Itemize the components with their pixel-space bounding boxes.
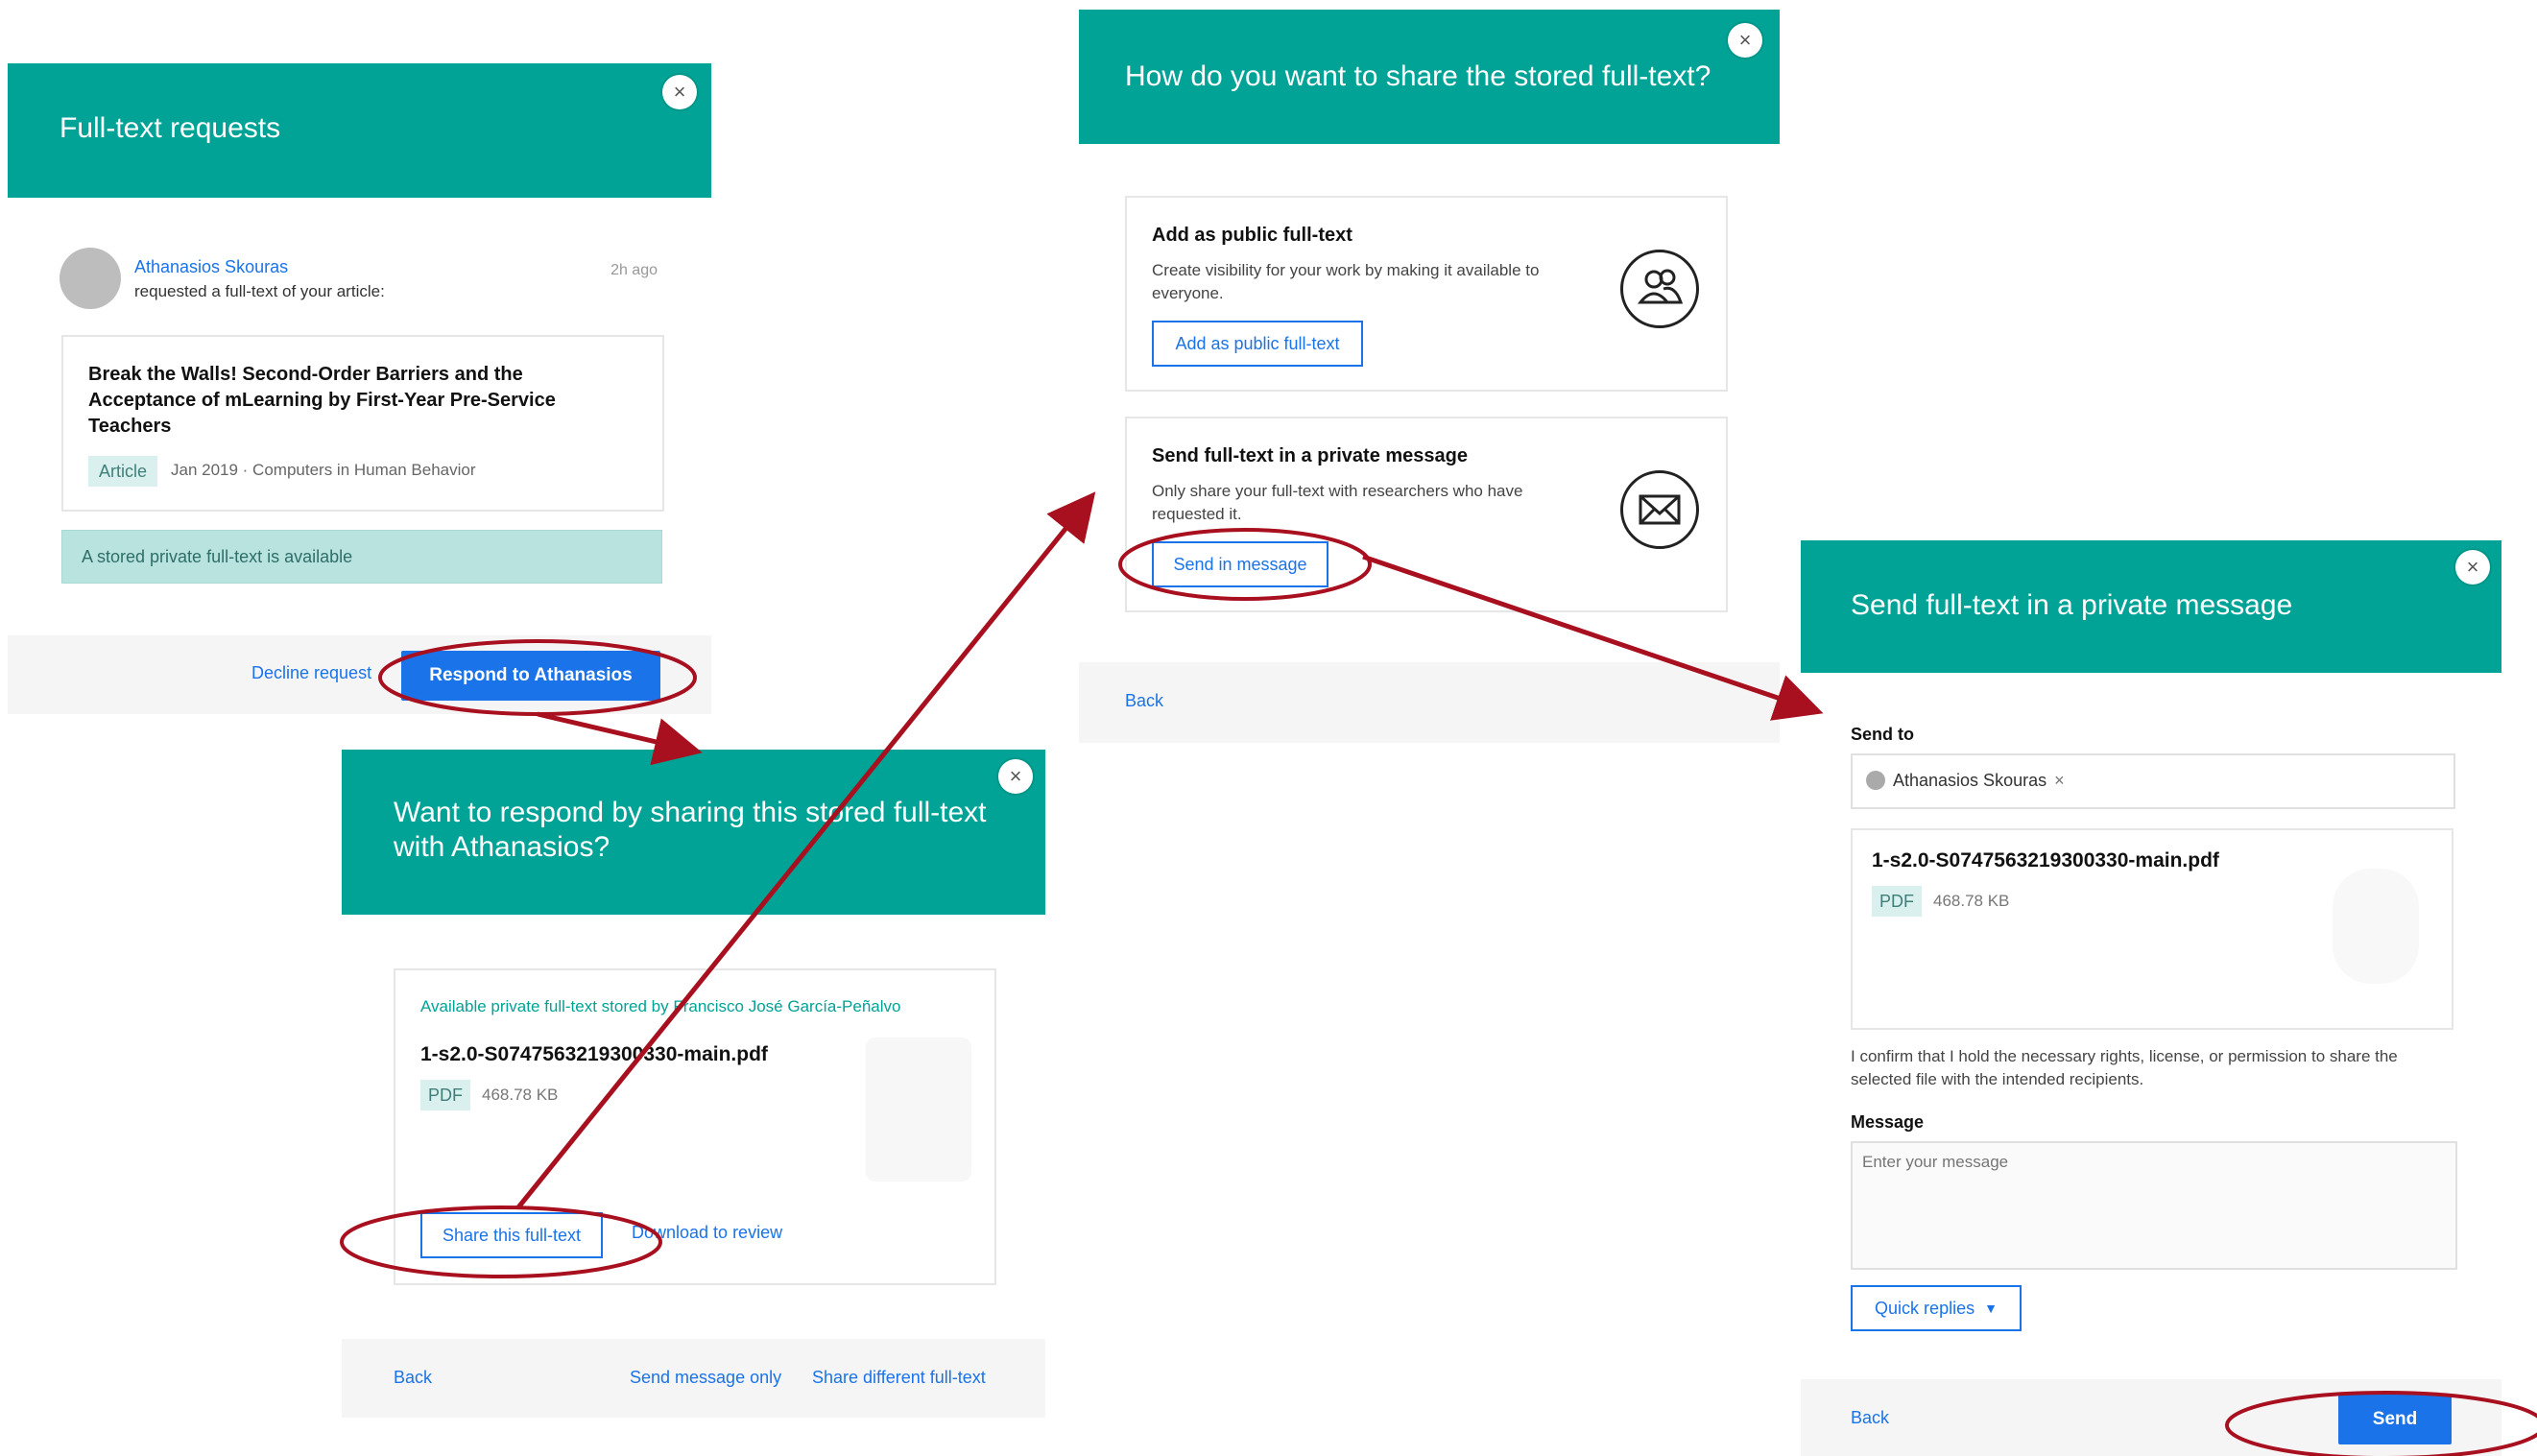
public-option-desc: Create visibility for your work by makin…	[1152, 261, 1540, 302]
people-icon	[1620, 250, 1699, 328]
chevron-down-icon: ▼	[1984, 1301, 1998, 1316]
avatar	[60, 248, 121, 309]
attached-file-card: 1-s2.0-S0747563219300330-main.pdf PDF 46…	[1851, 828, 2453, 1030]
share-stored-fulltext-dialog: Want to respond by sharing this stored f…	[342, 750, 1045, 1418]
recipients-input[interactable]: Athanasios Skouras ×	[1851, 753, 2455, 809]
file-name: 1-s2.0-S0747563219300330-main.pdf	[1872, 849, 2219, 871]
back-link[interactable]: Back	[394, 1368, 432, 1388]
send-message-only-link[interactable]: Send message only	[630, 1368, 781, 1388]
send-to-label: Send to	[1851, 725, 1914, 744]
recipient-name: Athanasios Skouras	[1893, 770, 2047, 790]
dialog-footer: Back	[1079, 662, 1780, 743]
article-card[interactable]: Break the Walls! Second-Order Barriers a…	[61, 335, 664, 512]
request-text: requested a full-text of your article:	[134, 282, 385, 300]
dialog-footer: Back Send message only Share different f…	[342, 1339, 1045, 1418]
download-review-link[interactable]: Download to review	[632, 1223, 782, 1243]
remove-icon[interactable]: ×	[2054, 771, 2065, 791]
share-method-dialog: How do you want to share the stored full…	[1079, 10, 1780, 743]
close-icon[interactable]: ×	[998, 759, 1033, 794]
dialog-header: How do you want to share the stored full…	[1079, 10, 1780, 144]
stored-fulltext-notice: A stored private full-text is available	[61, 530, 662, 584]
send-private-message-dialog: Send full-text in a private message × Se…	[1801, 540, 2501, 1456]
public-option-card: Add as public full-text Create visibilit…	[1125, 196, 1728, 392]
dialog-title: Want to respond by sharing this stored f…	[394, 797, 987, 863]
send-in-message-button[interactable]: Send in message	[1152, 541, 1328, 587]
dialog-footer: Back Send	[1801, 1379, 2501, 1456]
file-size: 468.78 KB	[482, 1086, 559, 1104]
dialog-footer: Decline request Respond to Athanasios	[8, 635, 711, 714]
dialog-header: Want to respond by sharing this stored f…	[342, 750, 1045, 915]
close-icon[interactable]: ×	[1728, 23, 1762, 58]
file-type-badge: PDF	[1872, 886, 1922, 917]
dialog-header: Full-text requests	[8, 63, 711, 198]
full-text-requests-dialog: Full-text requests × Athanasios Skouras …	[8, 63, 711, 714]
close-icon[interactable]: ×	[662, 75, 697, 109]
arrow-to-panel2	[537, 711, 703, 766]
send-button[interactable]: Send	[2338, 1395, 2452, 1444]
message-label: Message	[1851, 1112, 1925, 1132]
dialog-title: Full-text requests	[60, 112, 281, 144]
confirm-text: I confirm that I hold the necessary righ…	[1851, 1047, 2398, 1088]
recipient-chip[interactable]: Athanasios Skouras ×	[1866, 767, 2065, 794]
dialog-header: Send full-text in a private message	[1801, 540, 2501, 673]
close-icon[interactable]: ×	[2455, 550, 2490, 585]
back-link[interactable]: Back	[1125, 691, 1163, 711]
avatar	[1866, 771, 1885, 790]
stored-file-card: Available private full-text stored by Fr…	[394, 968, 996, 1285]
article-badge: Article	[88, 456, 157, 487]
respond-button[interactable]: Respond to Athanasios	[401, 651, 660, 701]
back-link[interactable]: Back	[1851, 1408, 1889, 1428]
private-option-title: Send full-text in a private message	[1152, 445, 1468, 466]
share-different-link[interactable]: Share different full-text	[812, 1368, 986, 1388]
decline-request-link[interactable]: Decline request	[251, 663, 371, 683]
file-name: 1-s2.0-S0747563219300330-main.pdf	[420, 1043, 768, 1065]
article-title: Break the Walls! Second-Order Barriers a…	[88, 364, 556, 437]
stored-by-text: Available private full-text stored by Fr…	[420, 997, 901, 1015]
dialog-title: Send full-text in a private message	[1851, 589, 2293, 621]
dialog-title: How do you want to share the stored full…	[1125, 60, 1711, 92]
quick-replies-label: Quick replies	[1875, 1298, 1975, 1318]
document-thumbnail	[2333, 869, 2419, 984]
public-option-title: Add as public full-text	[1152, 225, 1352, 246]
message-textarea[interactable]	[1851, 1141, 2457, 1270]
private-option-desc: Only share your full-text with researche…	[1152, 482, 1523, 523]
add-public-fulltext-button[interactable]: Add as public full-text	[1152, 321, 1363, 367]
share-fulltext-button[interactable]: Share this full-text	[420, 1212, 603, 1258]
document-thumbnail	[866, 1038, 971, 1182]
envelope-icon	[1620, 470, 1699, 549]
file-size: 468.78 KB	[1933, 892, 2010, 910]
quick-replies-dropdown[interactable]: Quick replies ▼	[1851, 1285, 2022, 1331]
time-ago: 2h ago	[610, 262, 658, 278]
file-type-badge: PDF	[420, 1080, 470, 1110]
private-option-card: Send full-text in a private message Only…	[1125, 417, 1728, 612]
article-meta: Jan 2019 · Computers in Human Behavior	[171, 461, 476, 479]
requester-name-link[interactable]: Athanasios Skouras	[134, 257, 288, 277]
